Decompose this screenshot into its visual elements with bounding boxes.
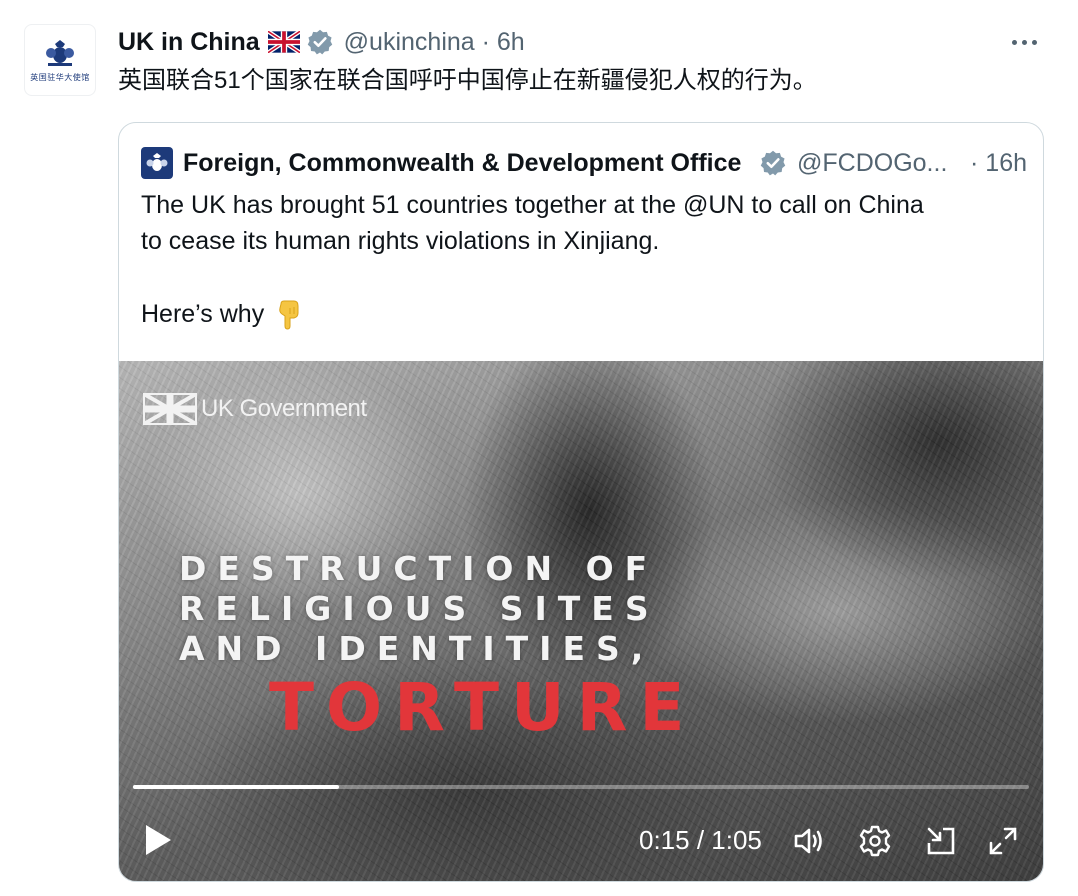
union-jack-outline-icon: [143, 393, 197, 425]
fcdo-avatar[interactable]: [141, 147, 173, 179]
royal-crest-icon: [146, 153, 168, 171]
video-caption-line: AND IDENTITIES,: [179, 629, 655, 668]
video-progress-fill: [133, 785, 340, 789]
quoted-timestamp[interactable]: · 16h: [970, 149, 1027, 178]
video-time: 0:15 / 1:05: [639, 825, 762, 855]
why-text: Here’s why: [141, 300, 265, 328]
video-progress-bar[interactable]: [133, 785, 1029, 789]
quoted-author-name[interactable]: Foreign, Commonwealth & Development Offi…: [183, 149, 753, 178]
pointing-down-hand-icon: [279, 300, 299, 330]
volume-icon[interactable]: [791, 823, 827, 859]
video-controls: 0:15 / 1:05: [119, 811, 1043, 871]
video-caption-line: RELIGIOUS SITES: [179, 589, 660, 628]
tweet-text: 英国联合51个国家在联合国呼吁中国停止在新疆侵犯人权的行为。: [118, 67, 817, 94]
tweet-header: UK in China @ukinchina · 6h: [118, 24, 525, 60]
avatar-caption: 英国驻华大使馆: [30, 72, 90, 82]
quoted-tweet-header: Foreign, Commonwealth & Development Offi…: [141, 147, 1027, 179]
quoted-tweet-text: The UK has brought 51 countries together…: [141, 187, 1021, 259]
play-icon[interactable]: [143, 823, 173, 857]
author-avatar[interactable]: 英国驻华大使馆: [24, 24, 96, 96]
fullscreen-icon[interactable]: [985, 823, 1021, 859]
video-highlight-text: TORTURE: [269, 669, 697, 746]
author-name[interactable]: UK in China: [118, 28, 260, 57]
uk-government-logo: UK Government: [143, 393, 367, 425]
more-options-icon[interactable]: [1012, 36, 1046, 48]
royal-crest-icon: [46, 39, 74, 66]
author-handle-time[interactable]: @ukinchina · 6h: [344, 28, 525, 57]
uk-flag-icon: [267, 31, 300, 53]
quoted-why-line: Here’s why: [141, 296, 304, 332]
video-caption-line: DESTRUCTION OF: [179, 549, 659, 588]
quoted-tweet[interactable]: Foreign, Commonwealth & Development Offi…: [118, 122, 1044, 882]
video-player[interactable]: UK Government DESTRUCTION OF RELIGIOUS S…: [119, 361, 1043, 881]
quoted-text-line: to cease its human rights violations in …: [141, 227, 660, 255]
quoted-author-handle[interactable]: @FCDOGo...: [797, 149, 947, 178]
verified-badge-icon: [760, 150, 786, 176]
picture-in-picture-icon[interactable]: [923, 823, 959, 859]
quoted-text-line: The UK has brought 51 countries together…: [141, 191, 924, 219]
uk-government-text: UK Government: [201, 395, 367, 422]
verified-badge-icon: [307, 29, 332, 55]
settings-gear-icon[interactable]: [857, 823, 893, 859]
